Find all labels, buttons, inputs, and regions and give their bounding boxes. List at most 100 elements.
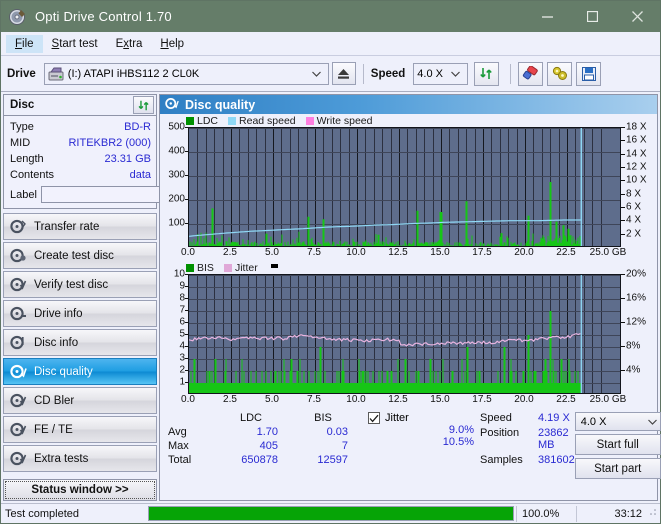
menu-file[interactable]: File xyxy=(6,34,43,53)
stats-max-bis: 7 xyxy=(341,440,348,452)
drive-select[interactable]: (I:) ATAPI iHBS112 2 CL0K xyxy=(43,62,329,85)
cd-bler-icon xyxy=(10,393,27,408)
sidebar-item-verify-test-disc[interactable]: Verify test disc xyxy=(3,271,157,298)
status-window-button[interactable]: Status window >> xyxy=(3,479,157,501)
disc-quality-icon xyxy=(165,97,179,113)
disc-label-caption: Label xyxy=(10,188,37,201)
jitter-avg: 9.0% xyxy=(448,424,474,436)
sidebar-item-label: Transfer rate xyxy=(34,220,100,233)
disc-row-mid: MID RITEKBR2 (000) xyxy=(10,135,151,151)
ldc-legend: LDC Read speed Write speed xyxy=(160,115,657,127)
jitter-checkbox[interactable] xyxy=(368,412,380,424)
bis-chart-row: 1 2 3 4 5 6 7 8 9 10 4% 8% 12% 16% 20% xyxy=(160,269,657,394)
close-button[interactable] xyxy=(615,1,660,32)
ldc-plot[interactable] xyxy=(188,127,621,247)
disc-quality-panel: Disc quality LDC Read speed Write speed … xyxy=(159,94,661,501)
disc-info-icon xyxy=(10,335,27,350)
disc-row-length: Length 23.31 GB xyxy=(10,151,151,167)
speed-stat-value: 4.19 X xyxy=(538,412,570,424)
disc-row-key: Length xyxy=(10,153,44,165)
save-button[interactable] xyxy=(576,61,602,86)
jitter-max: 10.5% xyxy=(442,436,474,448)
start-full-button[interactable]: Start full xyxy=(574,434,661,455)
disc-row-key: MID xyxy=(10,137,31,149)
speed-select[interactable]: 4.0 X xyxy=(413,62,469,85)
fe-te-icon xyxy=(10,422,27,437)
sidebar-item-disc-info[interactable]: Disc info xyxy=(3,329,157,356)
sidebar-item-create-test-disc[interactable]: Create test disc xyxy=(3,242,157,269)
stats-avg-ldc: 1.70 xyxy=(256,426,278,438)
stats-avg-bis: 0.03 xyxy=(326,426,348,438)
disc-info-rows: Type BD-R MID RITEKBR2 (000) Length 23.3… xyxy=(4,116,244,208)
disc-panel-title: Disc xyxy=(10,99,35,111)
sidebar-item-transfer-rate[interactable]: Transfer rate xyxy=(3,213,157,240)
speed-stat-label: Speed xyxy=(480,412,512,424)
legend-swatch-ldc xyxy=(186,117,194,125)
ldc-y2-axis: 2 X4 X6 X8 X 10 X 12 X 14 X 16 X 18 X xyxy=(621,122,657,247)
disc-row-value: data xyxy=(129,169,151,181)
stats-area: LDC BIS Avg 1.70 0.03 Max 405 7 Total 65… xyxy=(160,408,661,482)
disc-row-contents: Contents data xyxy=(10,167,151,183)
menu-help[interactable]: Help xyxy=(151,35,193,53)
disc-refresh-button[interactable] xyxy=(133,96,154,114)
erase-button[interactable] xyxy=(518,61,544,86)
refresh-drive-button[interactable] xyxy=(474,61,500,86)
disc-quality-icon xyxy=(10,364,27,379)
toolbar: Drive (I:) ATAPI iHBS112 2 CL0K Speed 4.… xyxy=(1,56,660,92)
sidebar-item-label: Disc info xyxy=(34,336,79,349)
legend-label-jitter: Jitter xyxy=(234,262,258,274)
status-bar: Test completed 100.0% 33:12 xyxy=(1,503,660,523)
jitter-checkbox-row[interactable]: Jitter xyxy=(368,412,480,424)
minimize-button[interactable] xyxy=(525,1,570,32)
disc-row-value: RITEKBR2 (000) xyxy=(68,137,151,149)
legend-swatch-write-speed xyxy=(305,117,314,125)
sidebar-item-disc-quality[interactable]: Disc quality xyxy=(3,358,157,385)
toolbar-separator xyxy=(362,63,364,84)
speed-value: 4.0 X xyxy=(417,67,443,80)
start-part-button[interactable]: Start part xyxy=(574,458,661,479)
error-stats-table: LDC BIS Avg 1.70 0.03 Max 405 7 Total 65… xyxy=(168,412,368,479)
resize-grip[interactable] xyxy=(648,507,660,520)
stats-total-ldc: 650878 xyxy=(241,454,278,466)
chevron-down-icon xyxy=(307,68,326,80)
stats-header-ldc: LDC xyxy=(239,412,262,424)
test-controls: 4.0 X Start full Start part xyxy=(574,412,661,479)
stats-row-label-total: Total xyxy=(168,454,192,466)
window-controls xyxy=(525,1,660,32)
run-stats: Speed 4.19 X Position 23862 MB Samples 3… xyxy=(480,412,575,479)
bis-plot[interactable] xyxy=(188,274,621,394)
sidebar-item-label: Verify test disc xyxy=(34,278,109,291)
stats-max-ldc: 405 xyxy=(259,440,278,452)
content-area: Disc quality LDC Read speed Write speed … xyxy=(159,92,661,503)
status-message: Test completed xyxy=(5,507,79,520)
sidebar-item-drive-info[interactable]: Drive info xyxy=(3,300,157,327)
app-window: Opti Drive Control 1.70 File Start test … xyxy=(0,0,661,524)
sidebar-item-cd-bler[interactable]: CD Bler xyxy=(3,387,157,414)
sidebar-item-extra-tests[interactable]: Extra tests xyxy=(3,445,157,472)
legend-swatch-jitter xyxy=(223,264,232,272)
disc-write-icon xyxy=(10,248,27,263)
eject-button[interactable] xyxy=(331,62,356,85)
main-body: Disc Type BD-R MID RITEKBR2 (000) Length… xyxy=(1,92,661,503)
stats-total-bis: 12597 xyxy=(317,454,348,466)
maximize-button[interactable] xyxy=(570,1,615,32)
ldc-chart-row: 100 200 300 400 500 2 X4 X6 X8 X 10 X 12 X 14 X… xyxy=(160,122,657,247)
extra-tests-icon xyxy=(10,451,27,466)
menu-bar: File Start test Extra Help xyxy=(1,32,660,56)
test-speed-select[interactable]: 4.0 X xyxy=(574,412,661,431)
legend-marker-icon xyxy=(270,263,278,268)
legend-label-read-speed: Read speed xyxy=(239,115,296,127)
sidebar-item-fe-te[interactable]: FE / TE xyxy=(3,416,157,443)
menu-start-test[interactable]: Start test xyxy=(43,35,107,53)
samples-stat-label: Samples xyxy=(480,454,523,466)
speed-label: Speed xyxy=(370,67,406,80)
progress-percent: 100.0% xyxy=(516,505,576,522)
chevron-down-icon xyxy=(647,416,657,428)
disc-row-value: 23.31 GB xyxy=(104,153,151,165)
drive-value: (I:) ATAPI iHBS112 2 CL0K xyxy=(67,67,200,80)
ldc-y-axis: 100 200 300 400 500 xyxy=(160,122,188,247)
menu-extra[interactable]: Extra xyxy=(107,35,152,53)
stats-corner xyxy=(168,412,214,424)
disc-arrow-icon xyxy=(10,219,27,234)
tools-button[interactable] xyxy=(547,61,573,86)
